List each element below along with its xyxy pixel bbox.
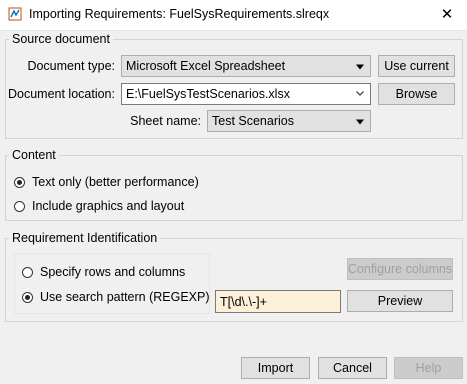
sheet-name-dropdown[interactable]: Test Scenarios xyxy=(207,110,371,132)
specify-rows-label: Specify rows and columns xyxy=(40,265,186,279)
document-location-value: E:\FuelSysTestScenarios.xlsx xyxy=(126,87,290,101)
include-graphics-radio[interactable]: Include graphics and layout xyxy=(14,199,184,213)
content-group-title: Content xyxy=(9,148,59,162)
configure-columns-button[interactable]: Configure columns xyxy=(347,258,453,280)
window-title: Importing Requirements: FuelSysRequireme… xyxy=(29,7,330,21)
dropdown-arrow-icon xyxy=(356,119,364,125)
sheet-name-label: Sheet name: xyxy=(130,114,201,128)
search-pattern-radio[interactable]: Use search pattern (REGEXP) xyxy=(22,290,210,304)
radio-button-checked[interactable] xyxy=(14,176,25,188)
radio-button[interactable] xyxy=(14,200,25,212)
close-icon[interactable]: ✕ xyxy=(432,3,462,27)
text-only-label: Text only (better performance) xyxy=(32,175,199,189)
radio-button[interactable] xyxy=(22,266,33,278)
use-current-button[interactable]: Use current xyxy=(378,55,455,77)
preview-button[interactable]: Preview xyxy=(347,290,453,312)
source-document-group-title: Source document xyxy=(9,32,113,46)
specify-rows-radio[interactable]: Specify rows and columns xyxy=(22,265,185,279)
document-type-value: Microsoft Excel Spreadsheet xyxy=(126,59,286,73)
sheet-name-value: Test Scenarios xyxy=(212,114,294,128)
include-graphics-label: Include graphics and layout xyxy=(32,199,185,213)
text-only-radio[interactable]: Text only (better performance) xyxy=(14,175,199,189)
search-pattern-label: Use search pattern (REGEXP) xyxy=(40,290,210,304)
import-button[interactable]: Import xyxy=(241,357,310,379)
document-type-label: Document type: xyxy=(27,59,115,73)
document-location-combobox[interactable]: E:\FuelSysTestScenarios.xlsx xyxy=(121,83,371,105)
requirement-identification-group-title: Requirement Identification xyxy=(9,231,161,245)
app-icon xyxy=(8,7,22,21)
document-type-dropdown[interactable]: Microsoft Excel Spreadsheet xyxy=(121,55,371,77)
title-bar: Importing Requirements: FuelSysRequireme… xyxy=(0,0,467,31)
identification-mode-box xyxy=(14,253,210,314)
radio-button-checked[interactable] xyxy=(22,291,33,303)
browse-button[interactable]: Browse xyxy=(378,83,455,105)
chevron-down-icon[interactable] xyxy=(356,89,364,97)
dropdown-arrow-icon xyxy=(356,64,364,70)
help-button[interactable]: Help xyxy=(394,357,463,379)
document-location-label: Document location: xyxy=(7,87,115,101)
search-pattern-input[interactable]: T[\d\.\-]+ xyxy=(215,290,341,313)
cancel-button[interactable]: Cancel xyxy=(318,357,387,379)
